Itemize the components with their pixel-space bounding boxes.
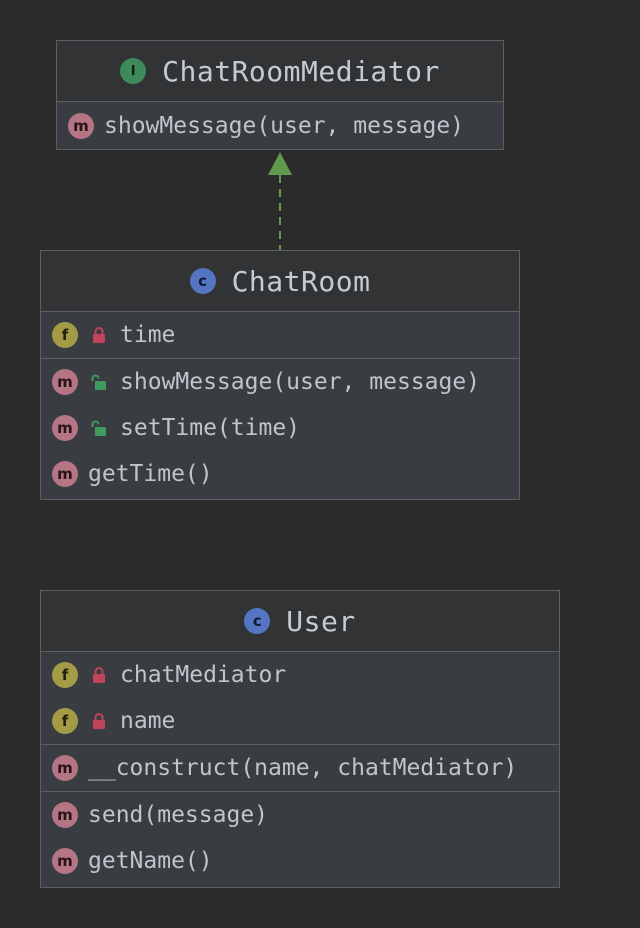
method-row[interactable]: m showMessage(user, message) [41,359,519,405]
interface-icon: I [120,58,147,84]
method-label: setTime(time) [120,415,301,441]
field-label: name [120,708,176,734]
method-label: getTime() [88,461,213,487]
method-icon: m [52,415,78,441]
method-row[interactable]: m getName() [41,838,559,884]
method-label: send(message) [88,802,269,828]
class-header: c User [41,591,559,652]
class-header: c ChatRoom [41,251,519,312]
method-row[interactable]: m getTime() [41,451,519,497]
methods-section: m showMessage(user, message) [57,102,503,149]
method-icon: m [52,848,78,874]
method-label: getName() [88,848,213,874]
class-icon: c [244,608,271,634]
class-name: ChatRoomMediator [162,54,440,88]
method-label: showMessage(user, message) [120,369,481,395]
constructor-label: __construct(name, chatMediator) [88,755,518,781]
method-icon: m [52,802,78,828]
class-box-chatroom[interactable]: c ChatRoom f time m showMessage(user, me… [40,250,520,500]
constructor-row[interactable]: m __construct(name, chatMediator) [41,745,559,791]
private-lock-icon [88,664,110,686]
constructors-section: m __construct(name, chatMediator) [41,745,559,792]
method-icon: m [52,461,78,487]
fields-section: f time [41,312,519,359]
public-unlock-icon [88,371,110,393]
public-unlock-icon [88,417,110,439]
method-icon: m [68,112,94,139]
method-icon: m [52,369,78,395]
class-box-user[interactable]: c User f chatMediator f name m __constru… [40,590,560,888]
field-row[interactable]: f chatMediator [41,652,559,698]
field-label: time [120,322,176,348]
field-row[interactable]: f time [41,312,519,358]
method-row[interactable]: m setTime(time) [41,405,519,451]
private-lock-icon [88,710,110,732]
field-icon: f [52,322,78,348]
field-row[interactable]: f name [41,698,559,744]
class-header: I ChatRoomMediator [57,41,503,102]
method-row[interactable]: m send(message) [41,792,559,838]
realization-arrow-head [268,152,292,175]
class-name: ChatRoom [231,264,371,298]
methods-section: m send(message) m getName() [41,792,559,884]
method-icon: m [52,755,78,781]
private-lock-icon [88,324,110,346]
field-icon: f [52,662,78,688]
class-icon: c [189,268,216,294]
class-name: User [286,604,356,638]
method-label: showMessage(user, message) [104,112,465,139]
method-row[interactable]: m showMessage(user, message) [57,102,503,149]
methods-section: m showMessage(user, message) m setTime(t… [41,359,519,497]
class-box-chatroommediator[interactable]: I ChatRoomMediator m showMessage(user, m… [56,40,504,150]
field-icon: f [52,708,78,734]
fields-section: f chatMediator f name [41,652,559,745]
field-label: chatMediator [120,662,287,688]
